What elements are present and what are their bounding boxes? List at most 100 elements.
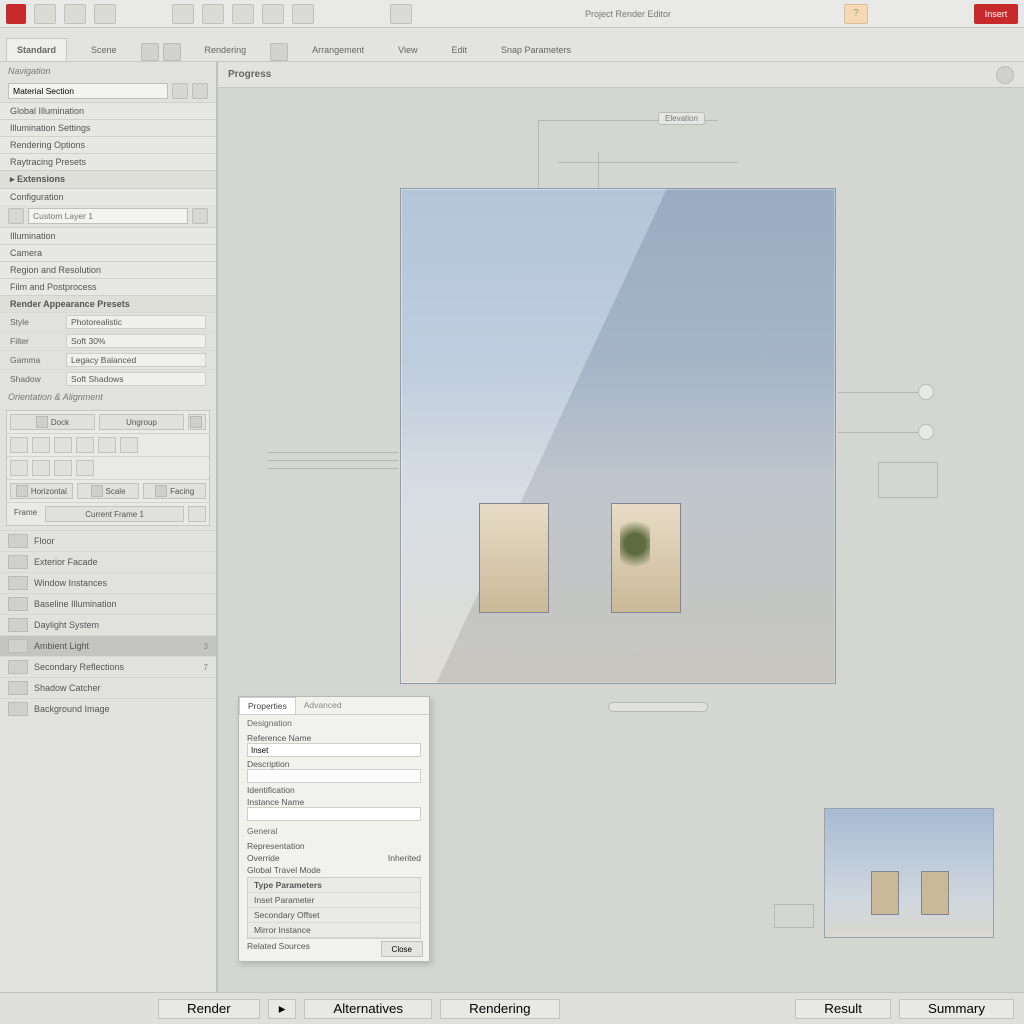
tab-scene[interactable]: Scene <box>81 39 127 61</box>
list-item[interactable]: Window Instances <box>0 572 216 593</box>
expand-icon[interactable] <box>192 83 208 99</box>
annotation-marker-icon[interactable] <box>918 384 934 400</box>
tab-view[interactable]: View <box>388 39 427 61</box>
dialog-param-item[interactable]: Inset Parameter <box>248 893 420 908</box>
sidebar-item[interactable]: Region and Resolution <box>0 261 216 278</box>
layers-icon[interactable] <box>262 4 284 24</box>
footer-alternatives[interactable]: Alternatives <box>304 999 432 1019</box>
footer-step-icon[interactable]: ▸ <box>268 999 297 1019</box>
sidebar-item[interactable]: Illumination Settings <box>0 119 216 136</box>
open-file-icon[interactable] <box>64 4 86 24</box>
tool-rotate-icon[interactable] <box>120 437 138 453</box>
dropdown-icon[interactable] <box>172 83 188 99</box>
list-item[interactable]: Secondary Reflections7 <box>0 656 216 677</box>
undo-icon[interactable] <box>172 4 194 24</box>
sidebar-item[interactable]: Rendering Options <box>0 136 216 153</box>
save-icon[interactable] <box>94 4 116 24</box>
list-icon[interactable] <box>390 4 412 24</box>
tool-lock-icon[interactable] <box>32 460 50 476</box>
frame-selector[interactable]: Current Frame 1 <box>45 506 184 522</box>
layer-icon[interactable] <box>8 208 24 224</box>
preset-style[interactable]: Photorealistic <box>66 315 206 329</box>
tool-panel-head: Orientation & Alignment <box>0 388 216 406</box>
help-button[interactable]: ? <box>844 4 868 24</box>
sidebar-item[interactable]: Configuration <box>0 188 216 205</box>
sidebar-search[interactable] <box>8 83 168 99</box>
dialog-param-item[interactable]: Mirror Instance <box>248 923 420 938</box>
list-item[interactable]: Background Image <box>0 698 216 719</box>
tool-icon-a[interactable] <box>141 43 159 61</box>
guide-line <box>268 468 398 469</box>
footer-result[interactable]: Result <box>795 999 891 1019</box>
tab-standard[interactable]: Standard <box>6 38 67 61</box>
tool-flip-icon[interactable] <box>98 437 116 453</box>
list-item[interactable]: Daylight System <box>0 614 216 635</box>
layer-name-input[interactable] <box>28 208 188 224</box>
list-item[interactable]: Shadow Catcher <box>0 677 216 698</box>
tool-dock[interactable]: Dock <box>10 414 95 430</box>
new-file-icon[interactable] <box>34 4 56 24</box>
guide-line <box>838 392 928 393</box>
tool-scale[interactable]: Scale <box>77 483 140 499</box>
insert-button[interactable]: Insert <box>974 4 1018 24</box>
render-preview[interactable] <box>400 188 836 684</box>
preset-filter[interactable]: Soft 30% <box>66 334 206 348</box>
chevron-down-icon[interactable] <box>192 208 208 224</box>
timeline-slider[interactable] <box>608 702 708 712</box>
object-thumb-icon <box>8 576 28 590</box>
list-item[interactable]: Exterior Facade <box>0 551 216 572</box>
settings-icon[interactable] <box>232 4 254 24</box>
frame-prev-icon[interactable] <box>188 506 206 522</box>
tool-snap-icon[interactable] <box>10 460 28 476</box>
mini-preview[interactable] <box>824 808 994 938</box>
preset-shadow[interactable]: Soft Shadows <box>66 372 206 386</box>
footer-render[interactable]: Render <box>158 999 260 1019</box>
dialog-close-button[interactable]: Close <box>381 941 423 957</box>
tool-grid-icon[interactable] <box>188 414 206 430</box>
tab-rendering[interactable]: Rendering <box>195 39 257 61</box>
sidebar-item[interactable]: Raytracing Presets <box>0 153 216 170</box>
dialog-tab-advanced[interactable]: Advanced <box>296 697 350 714</box>
list-item[interactable]: Ambient Light3 <box>0 635 216 656</box>
list-item[interactable]: Baseline Illumination <box>0 593 216 614</box>
sidebar-item[interactable]: Film and Postprocess <box>0 278 216 295</box>
sidebar-collapse[interactable]: ▸ Extensions <box>0 170 216 188</box>
dialog-tab-properties[interactable]: Properties <box>239 697 296 714</box>
preset-gamma[interactable]: Legacy Balanced <box>66 353 206 367</box>
properties-dialog[interactable]: Properties Advanced Designation Referenc… <box>238 696 430 962</box>
tool-align-left-icon[interactable] <box>10 437 28 453</box>
canvas-options-icon[interactable] <box>996 66 1014 84</box>
sidebar-item[interactable]: Global Illumination <box>0 102 216 119</box>
tool-measure-icon[interactable] <box>54 460 72 476</box>
tab-arrangement[interactable]: Arrangement <box>302 39 374 61</box>
dialog-param-item[interactable]: Secondary Offset <box>248 908 420 923</box>
tool-icon-b[interactable] <box>163 43 181 61</box>
footer-summary[interactable]: Summary <box>899 999 1014 1019</box>
grid-icon[interactable] <box>292 4 314 24</box>
footer-rendering[interactable]: Rendering <box>440 999 560 1019</box>
tool-horizontal[interactable]: Horizontal <box>10 483 73 499</box>
annotation-marker-icon[interactable] <box>918 424 934 440</box>
redo-icon[interactable] <box>202 4 224 24</box>
sidebar-item[interactable]: Illumination <box>0 227 216 244</box>
tool-align-center-icon[interactable] <box>32 437 50 453</box>
dialog-description[interactable] <box>247 769 421 783</box>
tool-panel: Dock Ungroup Horizontal Scale <box>6 410 210 526</box>
tool-distribute-icon[interactable] <box>76 437 94 453</box>
tool-facing[interactable]: Facing <box>143 483 206 499</box>
app-title: Project Render Editor <box>420 9 836 19</box>
object-thumb-icon <box>8 534 28 548</box>
dialog-override-value[interactable]: Inherited <box>388 853 421 863</box>
tab-snap[interactable]: Snap Parameters <box>491 39 581 61</box>
preset-header[interactable]: Render Appearance Presets <box>0 295 216 312</box>
dialog-instance-name[interactable] <box>247 807 421 821</box>
tool-align-right-icon[interactable] <box>54 437 72 453</box>
tab-edit[interactable]: Edit <box>441 39 477 61</box>
tool-ungroup[interactable]: Ungroup <box>99 414 184 430</box>
sidebar-item[interactable]: Camera <box>0 244 216 261</box>
tool-move-icon[interactable] <box>76 460 94 476</box>
list-item[interactable]: Floor <box>0 530 216 551</box>
object-thumb-icon <box>8 681 28 695</box>
tool-icon-c[interactable] <box>270 43 288 61</box>
dialog-ref-name[interactable] <box>247 743 421 757</box>
